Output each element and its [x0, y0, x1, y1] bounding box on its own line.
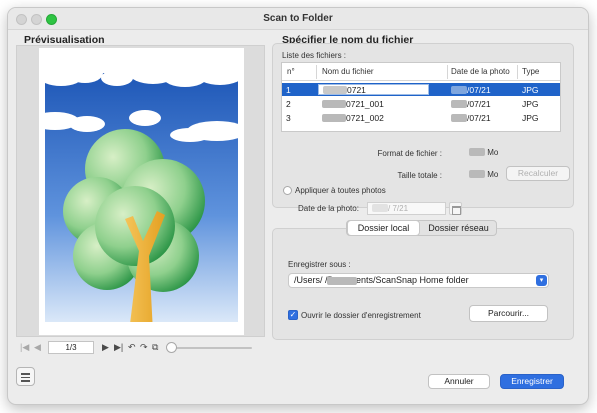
table-header: n° Nom du fichier Date de la photo Type — [282, 63, 560, 81]
column-divider — [447, 65, 448, 79]
redacted-text — [451, 86, 467, 94]
row-date-text: /07/21 — [467, 85, 491, 95]
file-list-table: n° Nom du fichier Date de la photo Type … — [281, 62, 561, 132]
cancel-button[interactable]: Annuler — [428, 374, 490, 389]
apply-to-all-radio[interactable] — [283, 186, 292, 195]
file-format-unit: Mo — [487, 148, 499, 157]
row-type: JPG — [522, 113, 539, 123]
redacted-text — [322, 114, 346, 122]
row-date: /07/21 — [451, 85, 491, 95]
next-page-icon[interactable]: ▶ — [102, 341, 109, 354]
apply-to-all-label: Appliquer à toutes photos — [295, 186, 386, 195]
preview-page-image — [39, 48, 244, 335]
row-filename: 0721_001 — [322, 99, 384, 109]
row-date-text: /07/21 — [467, 99, 491, 109]
previous-page-icon[interactable]: ◀ — [34, 341, 41, 354]
rotate-right-icon[interactable]: ↷ — [140, 341, 148, 354]
column-header-filename[interactable]: Nom du fichier — [322, 67, 374, 76]
first-page-icon[interactable]: |◀ — [20, 341, 29, 354]
row-filename: 0721_002 — [322, 113, 384, 123]
total-size-label: Taille totale : — [397, 171, 442, 180]
title-bar: Scan to Folder — [8, 8, 588, 30]
page-number-field[interactable]: 1/3 — [48, 341, 94, 354]
redacted-text — [322, 100, 346, 108]
redacted-text — [451, 100, 467, 108]
destination-tab-control: Dossier local Dossier réseau — [346, 220, 497, 236]
save-path-value: /Users/ /Documents/ScanSnap Home folder — [294, 275, 469, 285]
redacted-text — [469, 170, 485, 178]
column-header-number[interactable]: n° — [287, 67, 295, 76]
total-size-unit: Mo — [487, 170, 499, 179]
redacted-text — [323, 86, 347, 94]
menu-lines-icon-bottom — [21, 380, 30, 382]
row-type: JPG — [522, 85, 539, 95]
zoom-slider-knob[interactable] — [166, 342, 177, 353]
chevron-down-icon[interactable]: ▾ — [536, 275, 547, 286]
row-date: /07/21 — [451, 113, 491, 123]
row-filename-text: 0721 — [347, 85, 366, 95]
preview-area — [16, 45, 265, 337]
page-view-icon[interactable]: ⧉ — [152, 341, 158, 354]
side-panel-toggle-button[interactable] — [16, 367, 35, 386]
table-row[interactable]: 3 0721_002 /07/21 JPG — [282, 111, 560, 124]
file-format-value: Mo — [469, 148, 498, 157]
photo-date-label: Date de la photo: — [298, 204, 359, 213]
scanned-drawing-image — [45, 51, 238, 332]
row-number: 2 — [286, 99, 291, 109]
preview-navigation: |◀ ◀ 1/3 ▶ ▶| ↶ ↷ ⧉ — [18, 341, 263, 355]
redacted-text — [469, 148, 485, 156]
row-filename-text: 0721_002 — [346, 113, 384, 123]
row-date: /07/21 — [451, 99, 491, 109]
table-row[interactable]: 1 0721 /07/21 JPG — [282, 83, 560, 96]
tab-local-folder[interactable]: Dossier local — [348, 221, 419, 235]
column-header-type[interactable]: Type — [522, 67, 539, 76]
tab-network-folder[interactable]: Dossier réseau — [421, 221, 496, 235]
column-divider — [316, 65, 317, 79]
column-divider — [517, 65, 518, 79]
filename-edit-field[interactable]: 0721 — [318, 84, 429, 95]
table-row[interactable]: 2 0721_001 /07/21 JPG — [282, 97, 560, 110]
last-page-icon[interactable]: ▶| — [114, 341, 123, 354]
row-date-text: /07/21 — [467, 113, 491, 123]
save-under-label: Enregistrer sous : — [288, 260, 351, 269]
redacted-username — [327, 277, 357, 285]
column-header-photo-date[interactable]: Date de la photo — [451, 67, 510, 76]
row-filename: 0721 — [323, 85, 366, 95]
file-format-label: Format de fichier : — [377, 149, 442, 158]
recalculate-button[interactable]: Recalculer — [506, 166, 570, 181]
rotate-left-icon[interactable]: ↶ — [128, 341, 136, 354]
menu-lines-icon-middle — [21, 376, 30, 378]
row-type: JPG — [522, 99, 539, 109]
save-button[interactable]: Enregistrer — [500, 374, 564, 389]
row-filename-text: 0721_001 — [346, 99, 384, 109]
browse-button[interactable]: Parcourir... — [469, 305, 548, 322]
redacted-text — [451, 114, 467, 122]
photo-date-field[interactable]: / 7/21 — [367, 202, 446, 215]
window-title: Scan to Folder — [263, 13, 333, 24]
photo-date-text: / 7/21 — [388, 204, 409, 213]
row-number: 1 — [286, 85, 291, 95]
row-number: 3 — [286, 113, 291, 123]
calendar-icon[interactable] — [449, 202, 462, 215]
menu-lines-icon — [21, 373, 30, 375]
total-size-value: Mo — [469, 170, 498, 179]
zoom-slider-track[interactable] — [174, 347, 252, 349]
open-folder-checkbox[interactable]: ✓ — [288, 310, 298, 320]
redacted-text — [372, 204, 388, 212]
file-list-label: Liste des fichiers : — [282, 51, 347, 60]
save-path-select[interactable]: /Users/ /Documents/ScanSnap Home folder … — [288, 273, 549, 288]
open-folder-label: Ouvrir le dossier d'enregistrement — [301, 311, 421, 320]
